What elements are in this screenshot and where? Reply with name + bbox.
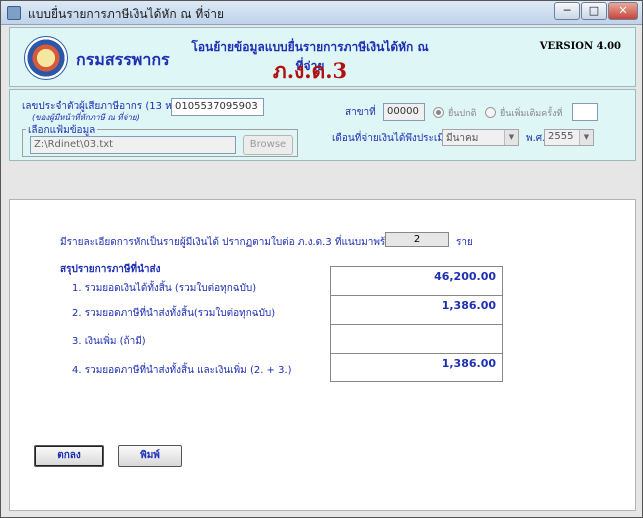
header-panel: กรมสรรพากร โอนย้ายข้อมูลแบบยื่นรายการภาษ… [9,27,636,87]
grand-total-value: 1,386.00 [441,357,496,370]
year-select[interactable]: 2555 ▼ [544,129,594,146]
summary-row-label-2: 2. รวมยอดภาษีที่นำส่งทั้งสิ้น(รวมใบต่อทุ… [72,308,276,319]
year-value: 2555 [548,131,574,142]
close-button[interactable]: ✕ [608,2,638,20]
attachment-count: 2 [385,232,449,247]
summary-row-label-4: 4. รวมยอดภาษีที่นำส่งทั้งสิ้น และเงินเพิ… [72,365,292,376]
radio-normal-label: ยื่นปกติ [448,109,477,119]
maximize-button[interactable]: □ [581,2,607,20]
title-bar[interactable]: แบบยื่นรายการภาษีเงินได้หัก ณ ที่จ่าย ─ … [1,1,642,25]
year-label: พ.ศ. [526,133,546,144]
app-icon [7,6,21,20]
ok-button[interactable]: ตกลง [34,445,104,467]
surcharge-value[interactable] [331,325,502,354]
minimize-button[interactable]: ─ [554,2,580,20]
month-value: มีนาคม [446,133,479,144]
radio-additional-label: ยื่นเพิ่มเติมครั้งที่ [500,109,563,119]
month-select[interactable]: มีนาคม ▼ [442,129,519,146]
chevron-down-icon: ▼ [579,130,593,145]
radio-normal-filing[interactable] [433,107,444,118]
brand-name: กรมสรรพากร [76,50,170,69]
info-panel: เลขประจำตัวผู้เสียภาษีอากร (13 หลัก) (ขอ… [9,89,636,161]
branch-label: สาขาที่ [345,107,376,118]
window-title: แบบยื่นรายการภาษีเงินได้หัก ณ ที่จ่าย [28,7,225,21]
tax-id-input[interactable]: 0105537095903 [171,98,264,116]
total-income-value: 46,200.00 [331,267,502,296]
branch-input[interactable]: 00000 [383,103,425,121]
additional-count-input[interactable] [572,103,598,121]
summary-row-label-1: 1. รวมยอดเงินได้ทั้งสิ้น (รวมใบต่อทุกฉบั… [72,283,257,294]
chevron-down-icon: ▼ [504,130,518,145]
file-path-input[interactable]: Z:\Rdinet\03.txt [30,136,236,154]
version-label: VERSION 4.00 [539,41,621,52]
summary-values-table: 46,200.00 1,386.00 1,386.00 [330,266,503,382]
summary-row-label-3: 3. เงินเพิ่ม (ถ้ามี) [72,336,146,347]
summary-panel: มีรายละเอียดการหักเป็นรายผู้มีเงินได้ ปร… [9,199,636,511]
total-tax-value: 1,386.00 [331,296,502,325]
form-name: ภ.ง.ด.3 [272,58,348,83]
application-window: แบบยื่นรายการภาษีเงินได้หัก ณ ที่จ่าย ─ … [0,0,643,518]
radio-additional-filing[interactable] [485,107,496,118]
browse-button[interactable]: Browse [243,135,293,155]
section-title: สรุปรายการภาษีที่นำส่ง [60,264,161,275]
revenue-department-logo-icon [24,36,68,80]
print-button[interactable]: พิมพ์ [118,445,182,467]
month-label: เดือนที่จ่ายเงินได้พึงประเมิน [332,133,451,144]
attachment-unit: ราย [456,237,473,248]
